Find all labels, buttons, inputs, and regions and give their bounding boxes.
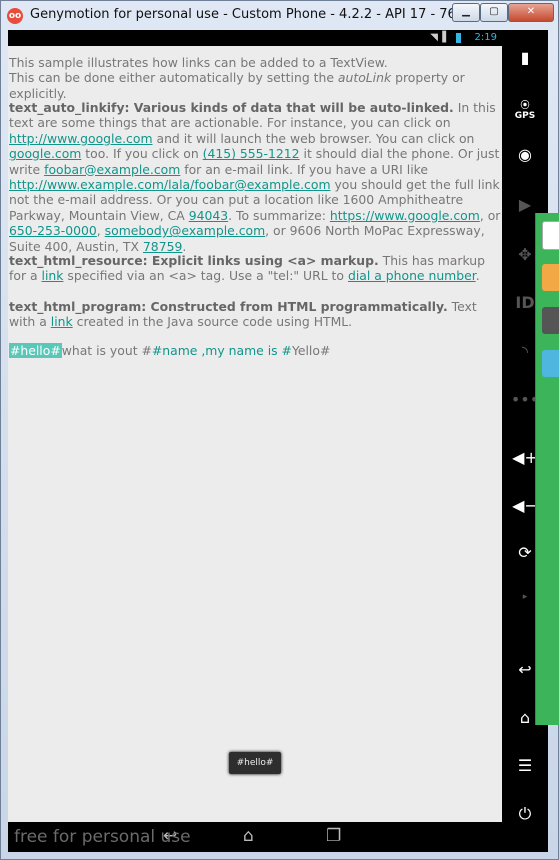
html-program-paragraph: text_html_program: Constructed from HTML… (9, 299, 501, 330)
close-button[interactable]: ✕ (508, 3, 554, 22)
autolink-term: autoLink (337, 70, 392, 86)
camera-icon[interactable]: ◉ (502, 145, 548, 164)
menu-icon[interactable]: ☰ (502, 756, 548, 775)
maximize-button[interactable]: ▢ (480, 3, 508, 22)
link-phone-415[interactable]: (415) 555-1212 (203, 146, 300, 161)
watermark-text: free for personal use (14, 827, 191, 847)
link-resource-link[interactable]: link (42, 268, 64, 283)
home-icon[interactable]: ⌂ (243, 826, 254, 846)
text-span: for an e-mail link. If you have a URI li… (180, 161, 429, 177)
link-email-foobar[interactable]: foobar@example.com (44, 162, 180, 177)
video-icon[interactable]: ▶ (502, 195, 548, 214)
genymotion-logo-icon: oo (7, 8, 23, 24)
text-span: created in the Java source code using HT… (72, 314, 353, 330)
power-icon[interactable]: ⏻ (502, 804, 548, 824)
html-program-heading: text_html_program: Constructed from HTML… (9, 299, 448, 314)
auto-linkify-heading: text_auto_linkify: Various kinds of data… (9, 100, 454, 115)
gps-label: GPS (514, 111, 536, 121)
text-span: . To summarize: (228, 207, 330, 223)
link-google-https[interactable]: https://www.google.com (330, 208, 480, 223)
toast-message: #hello# (229, 752, 281, 774)
device-screen: ◥ ▌ 2:19 This sample illustrates how lin… (8, 30, 502, 852)
avatar-app-icon[interactable] (542, 307, 559, 334)
android-status-bar: ◥ ▌ 2:19 (8, 30, 502, 46)
text-span: . (182, 238, 187, 254)
app-icon[interactable] (542, 264, 559, 291)
emulator-window: oo Genymotion for personal use - Custom … (0, 0, 559, 860)
link-program-link[interactable]: link (51, 314, 73, 329)
battery-icon (456, 33, 461, 43)
hashtag-name[interactable]: #name ,my name is # (152, 343, 292, 358)
link-zip-78759[interactable]: 78759 (143, 239, 182, 254)
link-phone-650[interactable]: 650-253-0000 (9, 223, 97, 238)
signal-icon: ▌ (442, 32, 450, 43)
hashtag-line: #hello#what is yout ##name ,my name is #… (9, 343, 501, 358)
link-email-somebody[interactable]: somebody@example.com (105, 223, 266, 238)
text-span: specified via an <a> tag. Use a "tel:" U… (63, 268, 348, 284)
gps-icon[interactable]: ⦿ GPS (502, 98, 548, 121)
intro-line-1: This sample illustrates how links can be… (9, 55, 388, 70)
intro-line-2: This can be done either automatically by… (9, 70, 338, 86)
minimize-button[interactable]: ▁ (452, 3, 480, 22)
link-dial-phone[interactable]: dial a phone number (348, 268, 476, 283)
html-resource-heading: text_html_resource: Explicit links using… (9, 253, 379, 268)
hashtag-hello[interactable]: #hello# (9, 343, 62, 358)
text-span: , or (479, 207, 501, 223)
text-span: Yello# (291, 343, 331, 358)
auto-linkify-paragraph: text_auto_linkify: Various kinds of data… (9, 100, 501, 254)
launcher-side-panel (535, 213, 559, 725)
recent-apps-icon[interactable]: ❐ (326, 826, 341, 846)
link-google-http[interactable]: http://www.google.com (9, 131, 153, 146)
graduation-cap-app-icon[interactable] (542, 350, 559, 377)
text-span: and it will launch the web browser. You … (152, 130, 475, 146)
wifi-icon: ◥ (430, 32, 438, 43)
title-bar[interactable]: oo Genymotion for personal use - Custom … (1, 1, 559, 31)
window-title: Genymotion for personal use - Custom Pho… (30, 7, 501, 22)
text-span: too. If you click on (81, 146, 203, 162)
intro-text: This sample illustrates how links can be… (9, 55, 501, 101)
codebox-app-icon[interactable] (542, 221, 559, 250)
battery-icon[interactable]: ▮ (502, 48, 548, 67)
link-google-com[interactable]: google.com (9, 146, 81, 161)
link-zip-94043[interactable]: 94043 (189, 208, 228, 223)
text-span: , (96, 223, 105, 239)
html-resource-paragraph: text_html_resource: Explicit links using… (9, 253, 501, 284)
textview-content: This sample illustrates how links can be… (8, 46, 502, 822)
link-example-uri[interactable]: http://www.example.com/lala/foobar@examp… (9, 177, 331, 192)
status-time: 2:19 (474, 32, 497, 43)
text-span: what is yout # (61, 343, 152, 358)
text-span: . (475, 268, 480, 284)
